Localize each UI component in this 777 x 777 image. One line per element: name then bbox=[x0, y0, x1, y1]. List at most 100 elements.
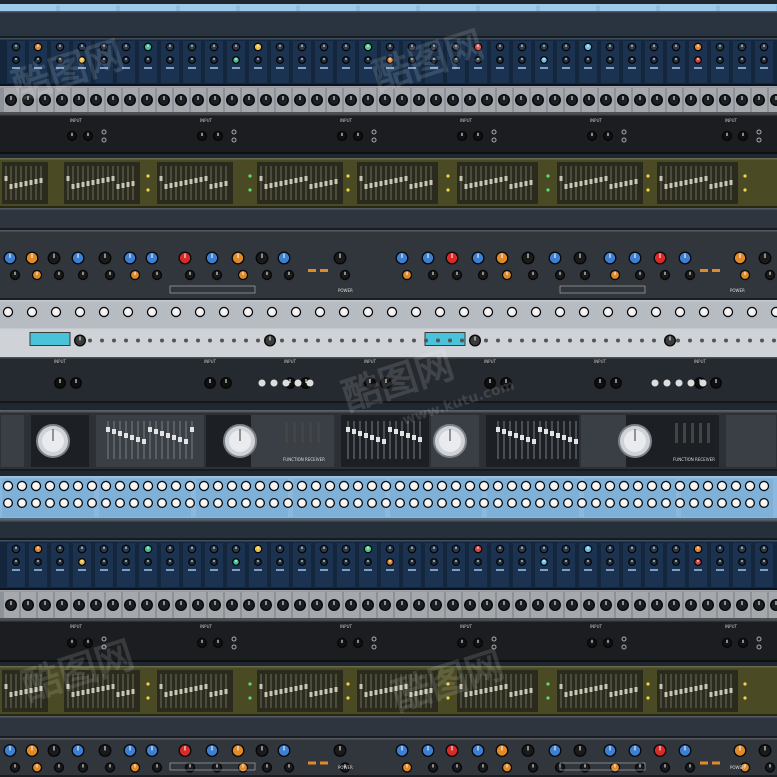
unit-label: INPUT bbox=[70, 118, 82, 123]
status-light bbox=[700, 761, 708, 765]
unit-label: FUNCTION RECEIVER bbox=[673, 457, 715, 462]
dark-processor-row-graphic bbox=[0, 738, 777, 777]
panel-edge bbox=[0, 300, 777, 302]
equipment-rack-pattern: INPUT INPUT INPUT INPUT INPUT INPUT POWER POWER… bbox=[0, 0, 777, 777]
fader-cap bbox=[464, 184, 468, 189]
fader-cap bbox=[489, 687, 493, 692]
blue-knob-row bbox=[0, 476, 777, 520]
fader-cap bbox=[189, 687, 193, 692]
slider-cap bbox=[172, 435, 176, 440]
push-button bbox=[496, 338, 500, 343]
fader-cap bbox=[594, 178, 598, 183]
unit-label: POWER bbox=[338, 288, 353, 293]
navy-module-row-graphic bbox=[0, 540, 777, 590]
module-marking bbox=[188, 569, 196, 571]
fader-cap bbox=[494, 686, 498, 691]
fader-cap bbox=[499, 177, 503, 182]
unit-label: POWER bbox=[730, 765, 745, 770]
fader-cap bbox=[674, 690, 678, 695]
module-marking bbox=[386, 569, 394, 571]
push-button bbox=[220, 338, 224, 343]
fader-cap bbox=[409, 184, 413, 189]
led-indicator bbox=[446, 682, 450, 686]
led-indicator bbox=[646, 696, 650, 700]
slider-cap bbox=[190, 427, 194, 432]
module-marking bbox=[408, 569, 416, 571]
panel-face bbox=[0, 520, 777, 540]
panel-edge bbox=[0, 666, 777, 668]
push-button bbox=[604, 338, 608, 343]
fader-cap bbox=[729, 688, 733, 693]
fader-cap bbox=[274, 182, 278, 187]
fader-cap bbox=[699, 685, 703, 690]
fader-cap bbox=[319, 690, 323, 695]
module-marking bbox=[496, 67, 504, 69]
module-marking bbox=[364, 569, 372, 571]
rack-gap bbox=[0, 11, 777, 38]
meter-bar bbox=[699, 423, 702, 443]
meter-bar bbox=[301, 423, 304, 443]
light-silver-rack-row-graphic bbox=[0, 300, 777, 357]
jack bbox=[270, 379, 278, 387]
reverb-panel bbox=[726, 415, 776, 467]
meter-bar bbox=[707, 423, 710, 443]
fader-cap bbox=[674, 182, 678, 187]
fader-cap bbox=[66, 684, 70, 689]
fader-cap bbox=[189, 179, 193, 184]
fader-cap bbox=[429, 180, 433, 185]
module-marking bbox=[78, 569, 86, 571]
fader-cap bbox=[304, 176, 308, 181]
fader-cap bbox=[304, 684, 308, 689]
fader-cap bbox=[504, 684, 508, 689]
module-marking bbox=[276, 67, 284, 69]
slider-cap bbox=[142, 439, 146, 444]
fader-cap bbox=[106, 685, 110, 690]
push-button bbox=[724, 338, 728, 343]
module-marking bbox=[606, 569, 614, 571]
fader-cap bbox=[614, 183, 618, 188]
fader-cap bbox=[174, 690, 178, 695]
slider-cap bbox=[382, 439, 386, 444]
module-marking bbox=[518, 569, 526, 571]
push-button bbox=[184, 338, 188, 343]
fader-cap bbox=[224, 181, 228, 186]
slider-cap bbox=[358, 431, 362, 436]
fader-cap bbox=[299, 177, 303, 182]
module-marking bbox=[342, 67, 350, 69]
slider-cap bbox=[118, 431, 122, 436]
fader-cap bbox=[214, 691, 218, 696]
fader-cap bbox=[484, 688, 488, 693]
module-marking bbox=[144, 569, 152, 571]
unit-label: INPUT bbox=[694, 359, 706, 364]
module-marking bbox=[716, 67, 724, 69]
jack bbox=[651, 379, 659, 387]
fader-cap bbox=[174, 182, 178, 187]
fader-cap bbox=[39, 686, 43, 691]
fader-cap bbox=[424, 689, 428, 694]
module-marking bbox=[562, 569, 570, 571]
rack-gap-graphic bbox=[0, 11, 777, 38]
led-indicator bbox=[248, 696, 252, 700]
fader-cap bbox=[4, 176, 8, 181]
meter-bar bbox=[691, 423, 694, 443]
fader-cap bbox=[81, 182, 85, 187]
unit-label: INPUT bbox=[460, 624, 472, 629]
fader-cap bbox=[34, 687, 38, 692]
unit-label: INPUT bbox=[364, 359, 376, 364]
dark-reverb-row-graphic bbox=[0, 411, 777, 471]
led-indicator bbox=[646, 174, 650, 178]
rack-gap-graphic bbox=[0, 208, 777, 230]
led-indicator bbox=[146, 696, 150, 700]
fader-cap bbox=[81, 690, 85, 695]
push-button bbox=[124, 338, 128, 343]
fader-cap bbox=[184, 688, 188, 693]
module-marking bbox=[672, 569, 680, 571]
fader-cap bbox=[504, 176, 508, 181]
push-button bbox=[616, 338, 620, 343]
module-marking bbox=[540, 569, 548, 571]
fader-cap bbox=[589, 687, 593, 692]
slider-cap bbox=[112, 429, 116, 434]
fader-cap bbox=[629, 180, 633, 185]
fader-cap bbox=[86, 181, 90, 186]
fader-cap bbox=[111, 684, 115, 689]
